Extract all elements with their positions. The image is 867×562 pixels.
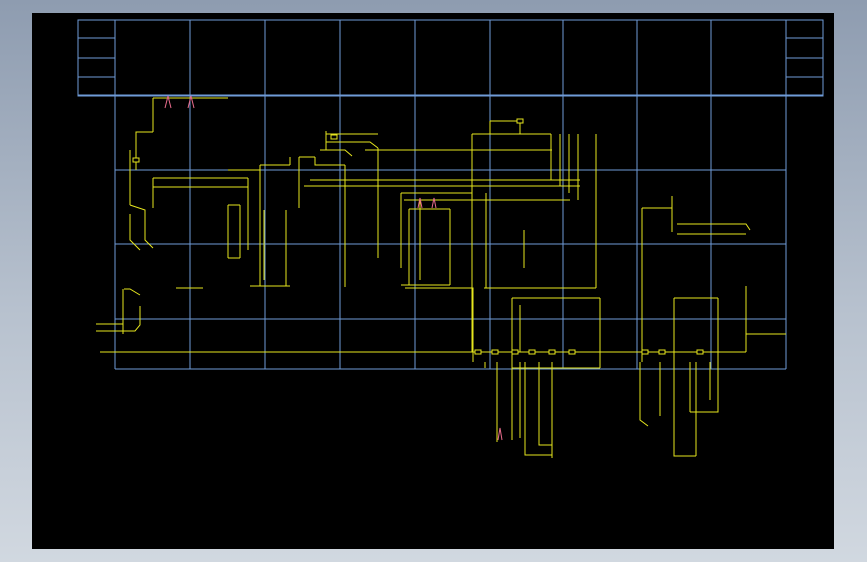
pipe-segment-35	[326, 141, 379, 149]
pipe-segment-69	[538, 362, 552, 446]
pipe-segment-10	[129, 214, 141, 251]
piping-schematic	[77, 19, 824, 458]
valve-5	[568, 349, 576, 355]
pipe-segment-73	[642, 207, 673, 232]
pipe-network	[96, 97, 786, 458]
pipe-segment-9	[129, 204, 154, 249]
cad-viewport[interactable]	[32, 13, 834, 549]
pipe-segment-75	[677, 223, 751, 231]
instrument-mark-4	[497, 427, 503, 441]
pipe-segment-85	[639, 362, 649, 427]
valve-4	[548, 349, 556, 355]
pipe-segment-80	[673, 298, 696, 457]
valve-2	[511, 349, 519, 355]
pipe-segment-81	[690, 298, 719, 413]
valve-3	[528, 349, 536, 355]
valve-11	[132, 157, 140, 163]
valve-1	[491, 349, 499, 355]
pipe-segment-7	[135, 131, 153, 170]
valve-9	[330, 134, 338, 140]
valve-8	[696, 349, 704, 355]
valve-7	[658, 349, 666, 355]
valve-10	[516, 118, 524, 124]
instrument-markers	[164, 95, 503, 441]
pipe-segment-33	[320, 149, 353, 157]
valve-6	[641, 349, 649, 355]
pipe-segment-3	[124, 288, 141, 296]
valve-0	[474, 349, 482, 355]
grid-lines	[77, 19, 824, 370]
